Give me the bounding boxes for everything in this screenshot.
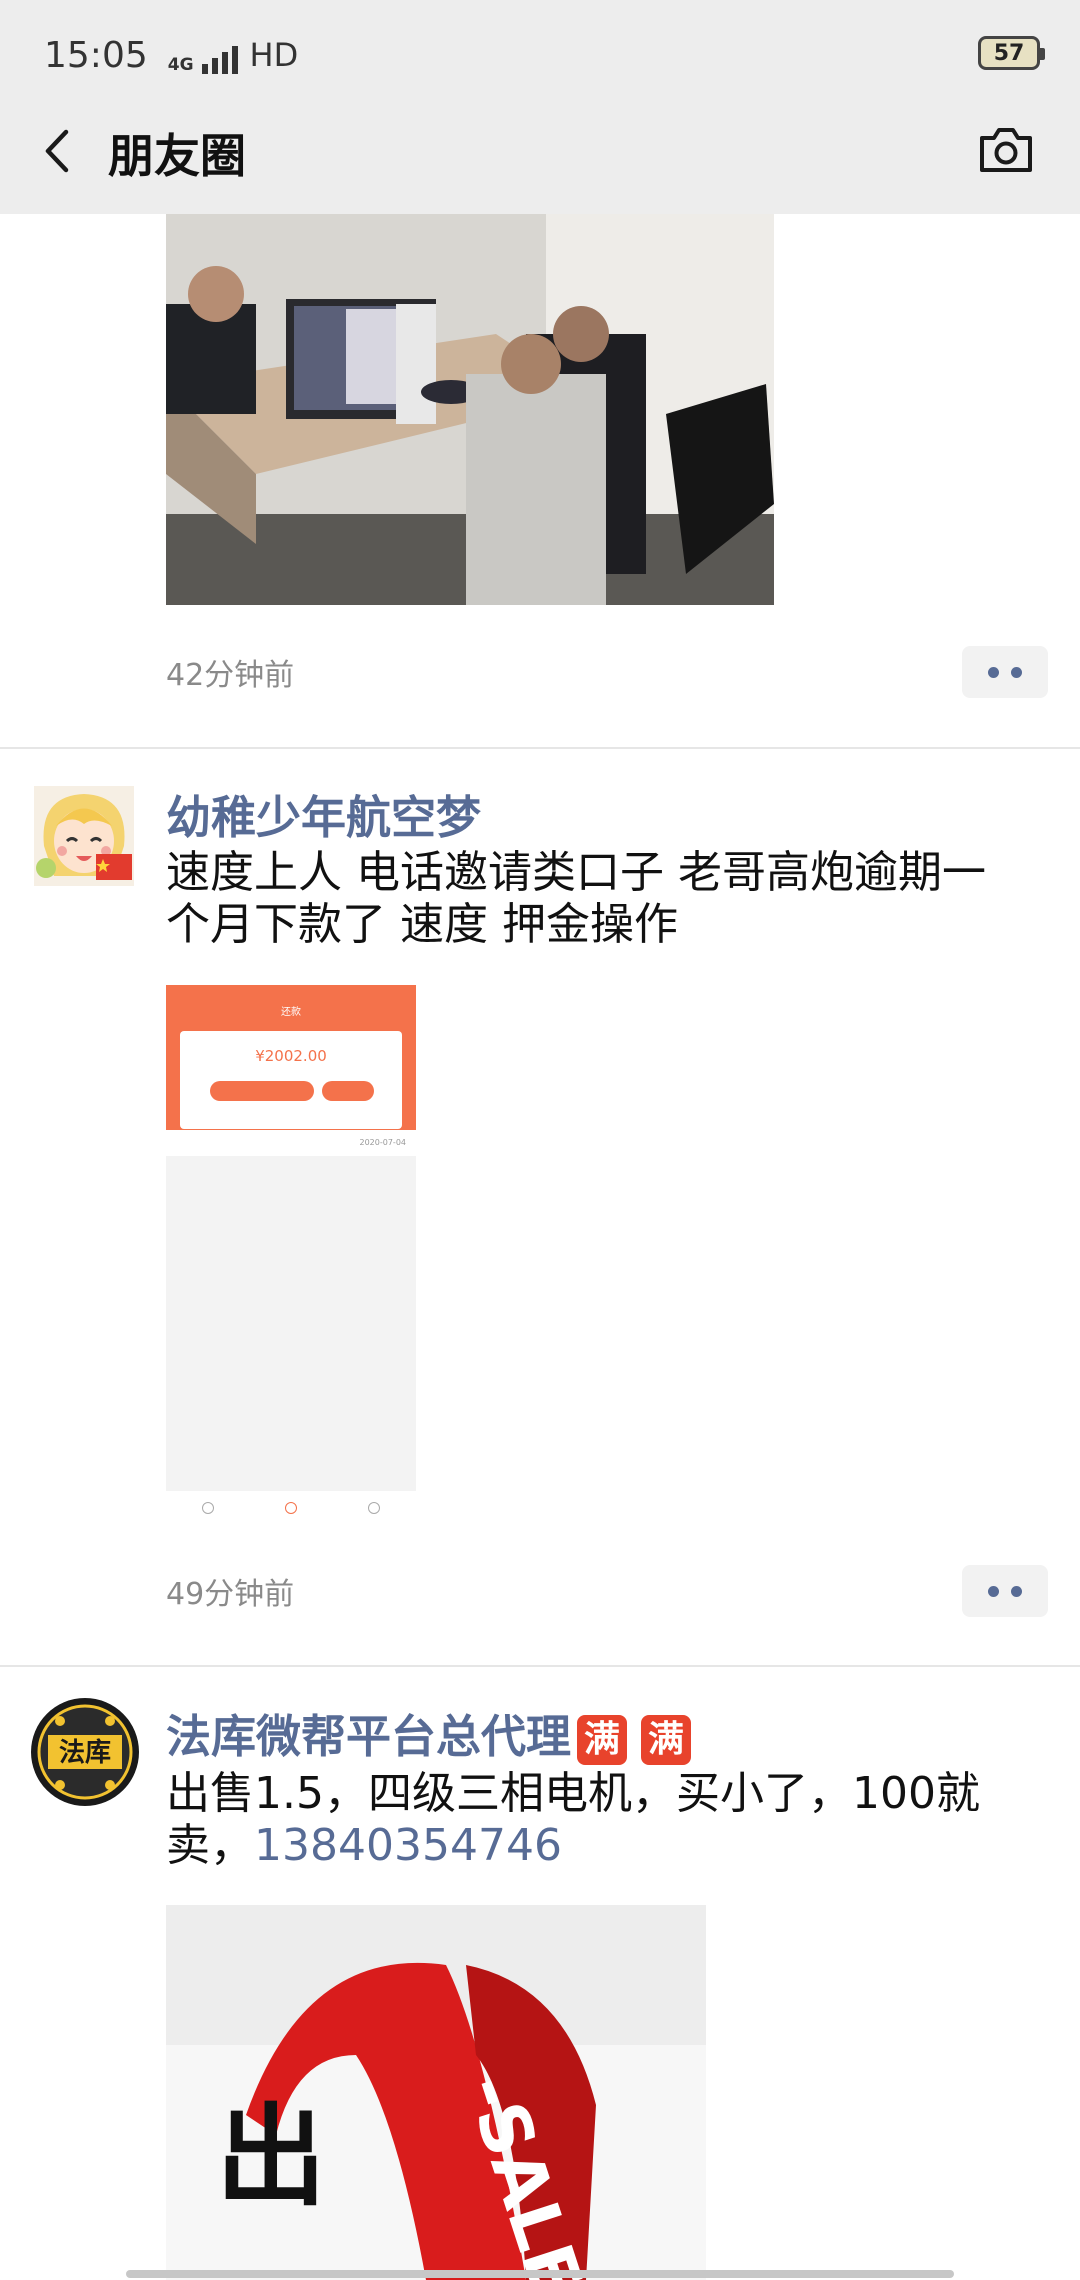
post-image-sale[interactable]: 出 -SALE <box>166 1905 706 2280</box>
status-time: 15:05 <box>44 34 148 76</box>
network-type: 4G <box>167 55 194 75</box>
signal-icon <box>201 44 238 74</box>
post-meta: 49分钟前 <box>166 1561 1048 1621</box>
battery-icon: 57 <box>978 36 1045 70</box>
post-meta: 42分钟前 <box>166 642 1048 702</box>
avatar[interactable]: 法库 <box>30 1697 140 1807</box>
man-badge: 满 <box>641 1715 692 1765</box>
screenshot-amount: ¥2002.00 <box>255 1047 327 1065</box>
hd-label: HD <box>249 36 299 74</box>
post-image-screenshot[interactable]: 还款 ¥2002.00 2020-07-04 <box>166 985 416 1525</box>
status-bar: 15:05 4G HD 57 <box>44 30 1045 80</box>
screenshot-date: 2020-07-04 <box>359 1138 407 1147</box>
post-time: 42分钟前 <box>166 658 295 693</box>
more-actions-button[interactable] <box>962 1565 1048 1617</box>
more-actions-button[interactable] <box>962 646 1048 698</box>
network-indicator: 4G HD <box>167 36 299 75</box>
post-time: 49分钟前 <box>166 1577 295 1612</box>
sale-image-text: 出 <box>216 2093 326 2221</box>
phone-link[interactable]: 13840354746 <box>254 1820 562 1871</box>
man-badge: 满 <box>577 1715 628 1765</box>
avatar-text: 法库 <box>59 1738 111 1768</box>
back-arrow-icon[interactable] <box>34 126 84 176</box>
screenshot-title: 还款 <box>281 1007 301 1018</box>
post-divider <box>0 747 1080 749</box>
post-author[interactable]: 法库微帮平台总代理满满 <box>166 1700 692 1765</box>
page-title: 朋友圈 <box>108 129 246 183</box>
home-indicator[interactable] <box>126 2270 954 2278</box>
post-author[interactable]: 幼稚少年航空梦 <box>166 781 481 846</box>
camera-icon[interactable] <box>976 122 1036 178</box>
top-bar: 15:05 4G HD 57 朋友圈 <box>0 0 1080 214</box>
battery-level: 57 <box>993 40 1025 66</box>
post-text: 速度上人 电话邀请类口子 老哥高炮逾期一个月下款了 速度 押金操作 <box>166 847 986 950</box>
avatar[interactable] <box>34 786 134 886</box>
author-name: 法库微帮平台总代理 <box>166 1710 572 1763</box>
post-divider <box>0 1665 1080 1667</box>
nav-bar: 朋友圈 <box>0 110 1080 190</box>
post-text: 出售1.5，四级三相电机，买小了，100就卖，13840354746 <box>166 1768 1016 1872</box>
post-photo-office[interactable] <box>166 214 774 605</box>
